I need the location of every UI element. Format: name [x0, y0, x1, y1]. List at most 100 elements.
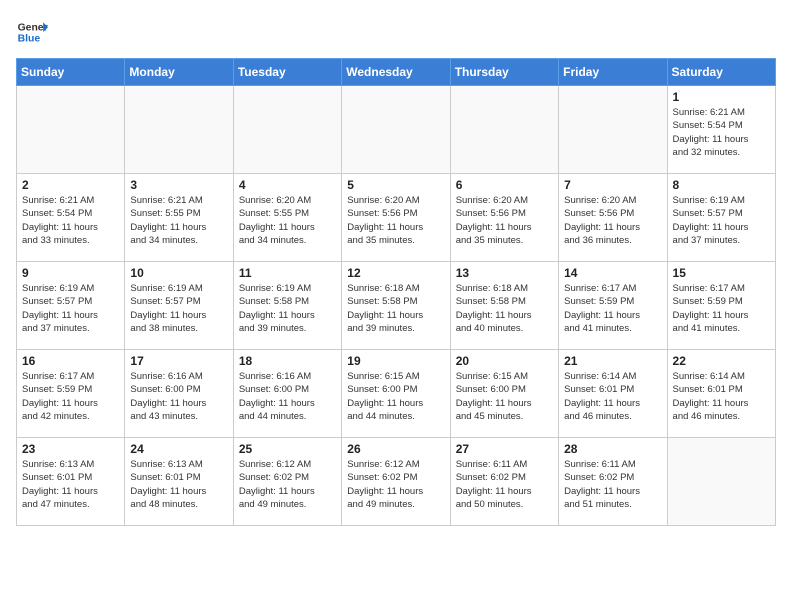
calendar-cell: 25 Sunrise: 6:12 AM Sunset: 6:02 PM Dayli…: [233, 438, 341, 526]
day-info: Sunrise: 6:20 AM Sunset: 5:56 PM Dayligh…: [456, 194, 553, 247]
day-number: 18: [239, 354, 336, 368]
calendar-cell: 23 Sunrise: 6:13 AM Sunset: 6:01 PM Dayli…: [17, 438, 125, 526]
col-header-monday: Monday: [125, 59, 233, 86]
day-info: Sunrise: 6:11 AM Sunset: 6:02 PM Dayligh…: [564, 458, 661, 511]
day-info: Sunrise: 6:14 AM Sunset: 6:01 PM Dayligh…: [564, 370, 661, 423]
week-row-4: 16 Sunrise: 6:17 AM Sunset: 5:59 PM Dayli…: [17, 350, 776, 438]
day-number: 1: [673, 90, 770, 104]
calendar-cell: 1 Sunrise: 6:21 AM Sunset: 5:54 PM Daylig…: [667, 86, 775, 174]
day-number: 21: [564, 354, 661, 368]
calendar-cell: 9 Sunrise: 6:19 AM Sunset: 5:57 PM Daylig…: [17, 262, 125, 350]
day-number: 26: [347, 442, 444, 456]
day-number: 19: [347, 354, 444, 368]
day-info: Sunrise: 6:19 AM Sunset: 5:57 PM Dayligh…: [22, 282, 119, 335]
svg-text:Blue: Blue: [18, 34, 41, 45]
calendar-cell: 10Sunrise: 6:19 AM Sunset: 5:57 PM Dayli…: [125, 262, 233, 350]
day-number: 4: [239, 178, 336, 192]
week-row-2: 2 Sunrise: 6:21 AM Sunset: 5:54 PM Daylig…: [17, 174, 776, 262]
day-number: 6: [456, 178, 553, 192]
calendar-cell: [450, 86, 558, 174]
calendar-cell: [667, 438, 775, 526]
col-header-saturday: Saturday: [667, 59, 775, 86]
calendar-cell: 4 Sunrise: 6:20 AM Sunset: 5:55 PM Daylig…: [233, 174, 341, 262]
day-number: 9: [22, 266, 119, 280]
calendar-header-row: SundayMondayTuesdayWednesdayThursdayFrid…: [17, 59, 776, 86]
calendar-cell: 24 Sunrise: 6:13 AM Sunset: 6:01 PM Dayli…: [125, 438, 233, 526]
day-info: Sunrise: 6:19 AM Sunset: 5:57 PM Dayligh…: [130, 282, 227, 335]
day-info: Sunrise: 6:16 AM Sunset: 6:00 PM Dayligh…: [239, 370, 336, 423]
calendar-cell: 26 Sunrise: 6:12 AM Sunset: 6:02 PM Dayli…: [342, 438, 450, 526]
day-info: Sunrise: 6:12 AM Sunset: 6:02 PM Dayligh…: [347, 458, 444, 511]
calendar-cell: 2 Sunrise: 6:21 AM Sunset: 5:54 PM Daylig…: [17, 174, 125, 262]
day-number: 3: [130, 178, 227, 192]
col-header-wednesday: Wednesday: [342, 59, 450, 86]
calendar-cell: 7 Sunrise: 6:20 AM Sunset: 5:56 PM Daylig…: [559, 174, 667, 262]
day-info: Sunrise: 6:16 AM Sunset: 6:00 PM Dayligh…: [130, 370, 227, 423]
week-row-5: 23 Sunrise: 6:13 AM Sunset: 6:01 PM Dayli…: [17, 438, 776, 526]
col-header-friday: Friday: [559, 59, 667, 86]
day-number: 14: [564, 266, 661, 280]
calendar-cell: 19 Sunrise: 6:15 AM Sunset: 6:00 PM Dayli…: [342, 350, 450, 438]
calendar-cell: 17 Sunrise: 6:16 AM Sunset: 6:00 PM Dayli…: [125, 350, 233, 438]
day-info: Sunrise: 6:12 AM Sunset: 6:02 PM Dayligh…: [239, 458, 336, 511]
calendar-cell: [125, 86, 233, 174]
calendar-cell: 3 Sunrise: 6:21 AM Sunset: 5:55 PM Daylig…: [125, 174, 233, 262]
day-number: 2: [22, 178, 119, 192]
day-number: 8: [673, 178, 770, 192]
day-number: 12: [347, 266, 444, 280]
day-info: Sunrise: 6:21 AM Sunset: 5:54 PM Dayligh…: [673, 106, 770, 159]
calendar-cell: 8Sunrise: 6:19 AM Sunset: 5:57 PM Daylig…: [667, 174, 775, 262]
calendar-cell: 11 Sunrise: 6:19 AM Sunset: 5:58 PM Dayli…: [233, 262, 341, 350]
calendar-cell: [233, 86, 341, 174]
day-info: Sunrise: 6:20 AM Sunset: 5:56 PM Dayligh…: [347, 194, 444, 247]
day-info: Sunrise: 6:18 AM Sunset: 5:58 PM Dayligh…: [456, 282, 553, 335]
calendar-cell: [17, 86, 125, 174]
calendar-cell: 5 Sunrise: 6:20 AM Sunset: 5:56 PM Daylig…: [342, 174, 450, 262]
day-info: Sunrise: 6:20 AM Sunset: 5:55 PM Dayligh…: [239, 194, 336, 247]
day-number: 28: [564, 442, 661, 456]
day-info: Sunrise: 6:13 AM Sunset: 6:01 PM Dayligh…: [22, 458, 119, 511]
calendar-cell: 12Sunrise: 6:18 AM Sunset: 5:58 PM Dayli…: [342, 262, 450, 350]
col-header-thursday: Thursday: [450, 59, 558, 86]
calendar-cell: 14 Sunrise: 6:17 AM Sunset: 5:59 PM Dayli…: [559, 262, 667, 350]
day-number: 23: [22, 442, 119, 456]
day-number: 11: [239, 266, 336, 280]
calendar-cell: 22 Sunrise: 6:14 AM Sunset: 6:01 PM Dayli…: [667, 350, 775, 438]
calendar-cell: 13 Sunrise: 6:18 AM Sunset: 5:58 PM Dayli…: [450, 262, 558, 350]
day-info: Sunrise: 6:15 AM Sunset: 6:00 PM Dayligh…: [347, 370, 444, 423]
day-number: 24: [130, 442, 227, 456]
calendar-cell: 21 Sunrise: 6:14 AM Sunset: 6:01 PM Dayli…: [559, 350, 667, 438]
day-info: Sunrise: 6:14 AM Sunset: 6:01 PM Dayligh…: [673, 370, 770, 423]
day-number: 27: [456, 442, 553, 456]
day-info: Sunrise: 6:17 AM Sunset: 5:59 PM Dayligh…: [564, 282, 661, 335]
day-number: 5: [347, 178, 444, 192]
calendar-cell: 18 Sunrise: 6:16 AM Sunset: 6:00 PM Dayli…: [233, 350, 341, 438]
logo-icon: General Blue: [16, 16, 48, 48]
calendar-cell: 20Sunrise: 6:15 AM Sunset: 6:00 PM Dayli…: [450, 350, 558, 438]
day-info: Sunrise: 6:13 AM Sunset: 6:01 PM Dayligh…: [130, 458, 227, 511]
day-info: Sunrise: 6:21 AM Sunset: 5:55 PM Dayligh…: [130, 194, 227, 247]
day-number: 13: [456, 266, 553, 280]
day-info: Sunrise: 6:20 AM Sunset: 5:56 PM Dayligh…: [564, 194, 661, 247]
calendar-cell: 16 Sunrise: 6:17 AM Sunset: 5:59 PM Dayli…: [17, 350, 125, 438]
day-info: Sunrise: 6:17 AM Sunset: 5:59 PM Dayligh…: [673, 282, 770, 335]
col-header-sunday: Sunday: [17, 59, 125, 86]
calendar-cell: [559, 86, 667, 174]
calendar-cell: 28 Sunrise: 6:11 AM Sunset: 6:02 PM Dayli…: [559, 438, 667, 526]
day-number: 15: [673, 266, 770, 280]
day-number: 7: [564, 178, 661, 192]
logo: General Blue: [16, 16, 48, 48]
calendar-cell: 6 Sunrise: 6:20 AM Sunset: 5:56 PM Daylig…: [450, 174, 558, 262]
calendar-table: SundayMondayTuesdayWednesdayThursdayFrid…: [16, 58, 776, 526]
calendar-cell: [342, 86, 450, 174]
day-number: 22: [673, 354, 770, 368]
day-number: 20: [456, 354, 553, 368]
day-number: 17: [130, 354, 227, 368]
day-number: 16: [22, 354, 119, 368]
day-info: Sunrise: 6:21 AM Sunset: 5:54 PM Dayligh…: [22, 194, 119, 247]
col-header-tuesday: Tuesday: [233, 59, 341, 86]
day-info: Sunrise: 6:17 AM Sunset: 5:59 PM Dayligh…: [22, 370, 119, 423]
week-row-1: 1 Sunrise: 6:21 AM Sunset: 5:54 PM Daylig…: [17, 86, 776, 174]
day-info: Sunrise: 6:19 AM Sunset: 5:58 PM Dayligh…: [239, 282, 336, 335]
day-number: 25: [239, 442, 336, 456]
